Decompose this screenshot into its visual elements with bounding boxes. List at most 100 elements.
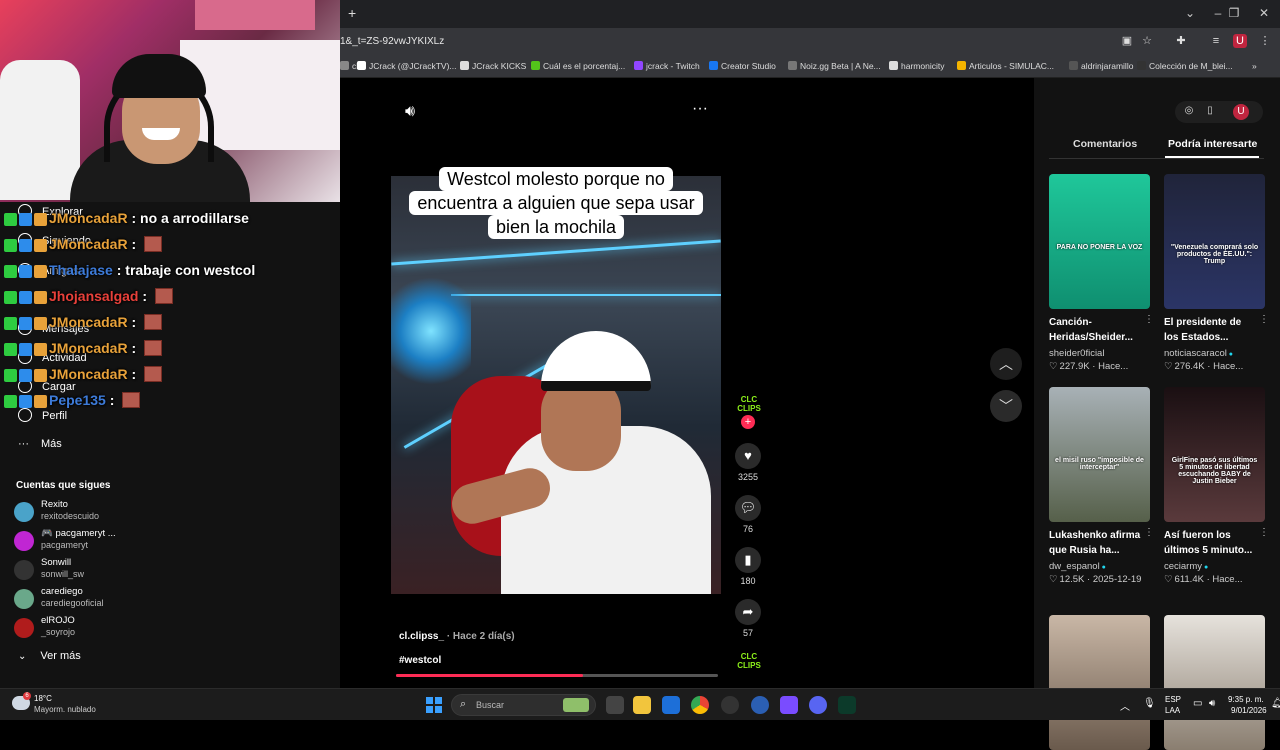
more-options-icon[interactable]: ⋮ xyxy=(1144,314,1154,325)
video-thumbnail[interactable]: PARA NO PONER LA VOZ xyxy=(1049,174,1150,309)
windows-start-icon[interactable] xyxy=(426,697,442,713)
close-window-button[interactable]: ✕ xyxy=(1254,6,1274,20)
volume-tray-icon[interactable]: 🔊︎ xyxy=(1209,698,1215,709)
tab-comments[interactable]: Comentarios xyxy=(1073,138,1137,150)
install-app-icon[interactable]: ▣ xyxy=(1120,34,1134,48)
chrome-icon[interactable] xyxy=(691,696,709,714)
hashtag-link[interactable]: #westcol xyxy=(399,655,441,666)
music-disc[interactable]: CLC CLIPS xyxy=(735,652,763,670)
save-button[interactable]: ▮ 180 xyxy=(733,547,763,586)
card-title[interactable]: Así fueron los últimos 5 minuto... xyxy=(1164,528,1256,558)
author-name[interactable]: cl.clipss_ xyxy=(399,631,444,642)
card-author[interactable]: dw_espanol ● xyxy=(1049,561,1150,572)
creator-avatar[interactable]: CLC CLIPS xyxy=(735,395,763,413)
chat-username: JMoncadaR xyxy=(49,366,128,382)
bookmark-item[interactable]: Articulos - SIMULAC... xyxy=(957,61,1054,71)
language-secondary[interactable]: LAA xyxy=(1165,706,1180,715)
more-bookmarks-icon[interactable]: » xyxy=(1252,61,1257,71)
emote-icon xyxy=(144,314,163,330)
card-author[interactable]: ceciarmy ● xyxy=(1164,561,1265,572)
bookmark-label: Articulos - SIMULAC... xyxy=(969,61,1055,71)
chevron-up-icon[interactable]: ︿ xyxy=(1120,698,1130,713)
video-card[interactable] xyxy=(1164,615,1265,750)
bookmark-item[interactable]: Creator Studio xyxy=(709,61,776,71)
device-icon[interactable]: ▯ xyxy=(1203,105,1217,116)
video-author[interactable]: cl.clipss_ · Hace 2 día(s) xyxy=(399,631,515,642)
card-title[interactable]: El presidente de los Estados... xyxy=(1164,315,1256,345)
avatar xyxy=(14,502,34,522)
explore-icon[interactable]: ◎ xyxy=(1182,105,1196,116)
extensions-icon[interactable]: ✚ xyxy=(1174,34,1188,48)
bookmark-item[interactable]: aldrinjaramillo xyxy=(1069,61,1133,71)
card-author[interactable]: sheider0ficial xyxy=(1049,348,1150,359)
share-button[interactable]: ➦ 57 xyxy=(733,599,763,638)
dropdown-icon[interactable]: ⌄ xyxy=(1180,6,1200,20)
chat-badges xyxy=(4,213,49,229)
tab-recommended[interactable]: Podría interesarte xyxy=(1168,138,1257,150)
microphone-icon[interactable]: 🎙︎ xyxy=(1143,698,1156,709)
chat-badges xyxy=(4,343,49,359)
more-nav[interactable]: ··· Más xyxy=(18,438,62,450)
comment-count: 76 xyxy=(742,524,753,534)
notification-bell-icon[interactable]: 🔔︎ xyxy=(1271,698,1280,709)
app-icon[interactable] xyxy=(751,696,769,714)
comment-button[interactable]: 💬︎ 76 xyxy=(733,495,763,534)
video-thumbnail[interactable] xyxy=(1164,615,1265,750)
post-time: · Hace 2 día(s) xyxy=(446,631,515,642)
video-thumbnail[interactable]: "Venezuela comprará solo productos de EE… xyxy=(1164,174,1265,309)
bookmark-item[interactable]: Colección de M_blei... xyxy=(1137,61,1233,71)
card-title[interactable]: Lukashenko afirma que Rusia ha... xyxy=(1049,528,1141,558)
media-controls-icon[interactable]: ≡ xyxy=(1209,34,1223,48)
next-video-button[interactable]: ﹀ xyxy=(990,390,1022,422)
menu-icon[interactable]: ⋮ xyxy=(1258,34,1272,48)
card-author[interactable]: noticiascaracol ● xyxy=(1164,348,1265,359)
discord-icon[interactable] xyxy=(809,696,827,714)
outlook-icon[interactable] xyxy=(662,696,680,714)
bookmark-star-icon[interactable]: ☆ xyxy=(1140,34,1154,48)
profile-icon[interactable]: U xyxy=(1233,34,1247,48)
settings-icon[interactable] xyxy=(721,696,739,714)
grid-app-icon[interactable] xyxy=(780,696,798,714)
previous-video-button[interactable]: ︿ xyxy=(990,348,1022,380)
network-icon[interactable]: ▭ xyxy=(1193,698,1202,709)
like-button[interactable]: ♥ 3255 xyxy=(733,443,763,482)
video-card[interactable]: "Venezuela comprará solo productos de EE… xyxy=(1164,174,1269,372)
bookmark-item[interactable]: JCrack KICKS xyxy=(460,61,526,71)
volume-icon[interactable]: 🔊︎ xyxy=(405,103,415,121)
url-text[interactable]: 1&_t=ZS-92vwJYKIXLz xyxy=(340,36,444,47)
bookmark-item[interactable]: JCrack (@JCrackTV)... xyxy=(357,61,457,71)
taskbar-search[interactable]: ⌕ Buscar xyxy=(451,694,596,716)
video-card[interactable]: el misil ruso "imposible de interceptar"… xyxy=(1049,387,1154,585)
more-options-icon[interactable]: ··· xyxy=(692,100,708,118)
video-card[interactable]: GirlFine pasó sus últimos 5 minutos de l… xyxy=(1164,387,1269,585)
more-options-icon[interactable]: ⋮ xyxy=(1259,314,1269,325)
bookmark-item[interactable]: Noiz.gg Beta | A Ne... xyxy=(788,61,881,71)
bookmark-item[interactable]: Cuál es el porcentaj... xyxy=(531,61,625,71)
see-more-link[interactable]: ⌄ Ver más xyxy=(18,650,81,662)
chat-message: Pepe135 : xyxy=(4,392,141,414)
bookmark-label: Creator Studio xyxy=(721,61,776,71)
video-card[interactable]: PARA NO PONER LA VOZ Canción-Heridas/Shei… xyxy=(1049,174,1154,372)
language-primary[interactable]: ESP xyxy=(1165,695,1181,704)
bookmark-item[interactable]: harmonicity xyxy=(889,61,944,71)
follow-plus-icon[interactable]: + xyxy=(741,415,755,429)
video-card[interactable] xyxy=(1049,615,1150,750)
search-highlight-icon xyxy=(563,698,589,712)
address-bar[interactable]: 1&_t=ZS-92vwJYKIXLz ▣ ☆ ✚ ≡ U ⋮ xyxy=(340,28,1280,56)
avatar[interactable]: U xyxy=(1233,104,1249,120)
more-options-icon[interactable]: ⋮ xyxy=(1144,527,1154,538)
terminal-icon[interactable] xyxy=(838,696,856,714)
new-tab-button[interactable]: + xyxy=(348,5,356,21)
task-view-icon[interactable] xyxy=(606,696,624,714)
file-explorer-icon[interactable] xyxy=(633,696,651,714)
clock-time[interactable]: 9:35 p. m. xyxy=(1228,695,1264,704)
bookmark-item[interactable]: jcrack - Twitch xyxy=(634,61,700,71)
video-progress-bar[interactable] xyxy=(396,674,718,677)
maximize-button[interactable]: ❐ xyxy=(1224,6,1244,20)
more-options-icon[interactable]: ⋮ xyxy=(1259,527,1269,538)
video-thumbnail[interactable]: el misil ruso "imposible de interceptar" xyxy=(1049,387,1150,522)
video-thumbnail[interactable] xyxy=(1049,615,1150,750)
card-title[interactable]: Canción-Heridas/Sheider... xyxy=(1049,315,1141,345)
video-thumbnail[interactable]: GirlFine pasó sus últimos 5 minutos de l… xyxy=(1164,387,1265,522)
clock-date[interactable]: 9/01/2026 xyxy=(1231,706,1267,715)
